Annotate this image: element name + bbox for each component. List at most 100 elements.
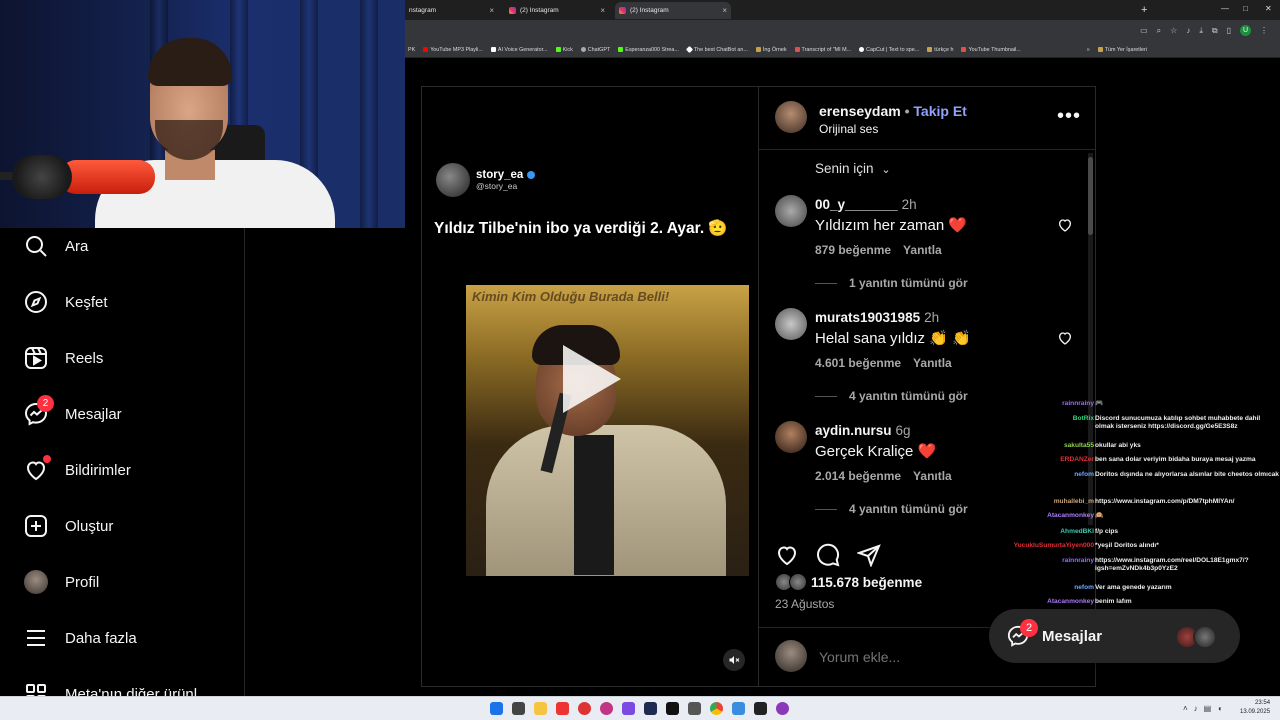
browser-tab-active[interactable]: (2) Instagram × (615, 2, 731, 19)
sidebar-item-explore[interactable]: Keşfet (24, 289, 108, 315)
task-view-icon[interactable] (512, 702, 525, 715)
bookmark-item[interactable]: Kick (555, 47, 573, 53)
sidebar-item-notifications[interactable]: Bildirimler (24, 455, 131, 483)
likes-summary[interactable]: 115.678 beğenme (775, 573, 922, 591)
reply-button[interactable]: Yanıtla (913, 469, 952, 483)
follow-button[interactable]: Takip Et (913, 103, 966, 119)
microphone-icon[interactable]: ♪ (1194, 704, 1198, 713)
comment-input[interactable] (819, 649, 1019, 665)
opera-icon[interactable] (578, 702, 591, 715)
comment-like-icon[interactable] (1057, 217, 1073, 238)
commenter-avatar[interactable] (775, 308, 807, 340)
bookmark-item[interactable]: AI Voice Generator... (490, 47, 548, 53)
post-owner-username[interactable]: erenseydam (819, 103, 901, 119)
commenter-avatar[interactable] (775, 195, 807, 227)
app-icon[interactable] (732, 702, 745, 715)
view-replies-button[interactable]: 1 yanıtın tümünü gör (815, 276, 968, 290)
bookmark-item[interactable]: PK (408, 47, 415, 53)
mute-button[interactable] (723, 649, 745, 671)
windows-start-icon[interactable] (490, 702, 503, 715)
play-icon[interactable] (563, 345, 621, 413)
browser-tab[interactable]: (2) Instagram × (505, 2, 609, 19)
reply-button[interactable]: Yanıtla (913, 356, 952, 370)
menu-dots-icon[interactable]: ⋮ (1260, 26, 1268, 35)
taskbar-clock[interactable]: 23:54 13.09.2025 (1240, 699, 1270, 717)
bookmark-item[interactable]: YouTube MP3 Playli... (423, 47, 483, 53)
browser-tab[interactable]: nstagram × (405, 2, 498, 19)
sidebar-item-reels[interactable]: Reels (24, 345, 103, 371)
comment-like-icon[interactable] (1057, 330, 1073, 351)
messages-floating-button[interactable]: 2 Mesajlar (989, 609, 1240, 663)
comment-icon[interactable] (816, 543, 840, 572)
close-tab-icon[interactable]: × (600, 6, 605, 15)
more-bookmarks-button[interactable]: » (1087, 47, 1090, 53)
bookmark-star-icon[interactable]: ☆ (1170, 26, 1177, 35)
bookmark-item[interactable]: Esperanza000 Strea... (618, 47, 679, 53)
close-window-icon[interactable]: ✕ (1265, 4, 1272, 13)
install-icon[interactable]: ▭ (1140, 26, 1148, 35)
commenter-avatar[interactable] (775, 421, 807, 453)
volume-icon[interactable]: ◖ (1217, 704, 1222, 713)
minimize-icon[interactable]: — (1221, 4, 1229, 13)
app-icon[interactable] (556, 702, 569, 715)
bookmark-item[interactable]: ChatGPT (580, 47, 610, 53)
bookmark-item[interactable]: CapCut | Text to spe... (859, 47, 919, 53)
close-tab-icon[interactable]: × (489, 6, 494, 15)
app-icon[interactable] (622, 702, 635, 715)
commenter-username[interactable]: aydin.nursu (815, 423, 892, 438)
current-user-avatar (775, 640, 807, 672)
photoshop-icon[interactable] (644, 702, 657, 715)
new-tab-button[interactable]: + (1141, 4, 1147, 16)
capcut-icon[interactable] (754, 702, 767, 715)
extensions-icon[interactable]: ⧉ (1212, 26, 1218, 36)
comment-like-count[interactable]: 2.014 beğenme (815, 469, 901, 483)
reply-button[interactable]: Yanıtla (903, 243, 942, 257)
comment-like-count[interactable]: 4.601 beğenme (815, 356, 901, 370)
network-icon[interactable]: ▤ (1204, 704, 1212, 713)
app-icon[interactable] (776, 702, 789, 715)
view-replies-label: 4 yanıtın tümünü gör (849, 502, 968, 516)
comment-like-count[interactable]: 879 beğenme (815, 243, 891, 257)
instagram-icon[interactable] (600, 702, 613, 715)
sidebar-item-create[interactable]: Oluştur (24, 513, 113, 539)
share-icon[interactable] (855, 543, 881, 572)
file-explorer-icon[interactable] (534, 702, 547, 715)
tiktok-icon[interactable] (666, 702, 679, 715)
commenter-username[interactable]: murats19031985 (815, 310, 920, 325)
sidebar-item-search[interactable]: Ara (24, 233, 88, 259)
sidepanel-icon[interactable]: ▯ (1227, 26, 1231, 35)
more-options-icon[interactable]: ••• (1057, 105, 1081, 128)
sidebar-item-messages[interactable]: 2 Mesajlar (24, 395, 122, 427)
like-icon[interactable] (775, 543, 799, 572)
media-icon[interactable]: ♪ (1186, 26, 1190, 35)
bookmark-item[interactable]: İng Örnek (755, 47, 787, 53)
reel-video[interactable]: story_ea @story_ea Yıldız Tilbe'nin ibo … (421, 86, 759, 687)
sidebar-item-meta[interactable]: Meta'nın diğer ürünl (24, 681, 197, 696)
bookmark-item[interactable]: Transcript of "MI M... (794, 47, 851, 53)
view-replies-button[interactable]: 4 yanıtın tümünü gör (815, 389, 968, 403)
maximize-icon[interactable]: □ (1243, 4, 1248, 13)
chevron-up-icon[interactable]: ˄ (1183, 704, 1188, 713)
zoom-icon[interactable]: ⌕ (1157, 26, 1161, 36)
commenter-username[interactable]: 00_y_______ (815, 197, 898, 212)
bookmark-item[interactable]: YouTube Thumbnail... (961, 47, 1021, 53)
chat-text: https://www.instagram.com/reel/DOL18E1gm… (1095, 557, 1249, 572)
bookmark-item[interactable]: türkçe h (927, 47, 953, 53)
profile-avatar[interactable]: U (1240, 25, 1251, 36)
view-replies-button[interactable]: 4 yanıtın tümünü gör (815, 502, 968, 516)
bookmark-item[interactable]: The best ChatBot an... (685, 45, 748, 54)
comment-sort-dropdown[interactable]: Senin için ⌄ (815, 161, 891, 176)
post-owner-avatar[interactable] (775, 101, 807, 133)
app-icon[interactable] (688, 702, 701, 715)
comments-scrollbar[interactable] (1088, 153, 1093, 525)
scrollbar-thumb[interactable] (1088, 157, 1093, 235)
close-tab-icon[interactable]: × (722, 6, 727, 15)
audio-label[interactable]: Orijinal ses (819, 122, 878, 136)
sidebar-item-more[interactable]: Daha fazla (24, 625, 137, 651)
chrome-icon[interactable] (710, 702, 723, 715)
bookmark-label: CapCut | Text to spe... (866, 46, 920, 53)
all-bookmarks-folder[interactable]: Tüm Yer İşaretleri (1097, 47, 1147, 53)
download-icon[interactable]: ⤓ (1199, 26, 1203, 36)
sidebar-item-profile[interactable]: Profil (24, 569, 99, 595)
video-frame[interactable]: Kimin Kim Olduğu Burada Belli! (466, 285, 749, 576)
